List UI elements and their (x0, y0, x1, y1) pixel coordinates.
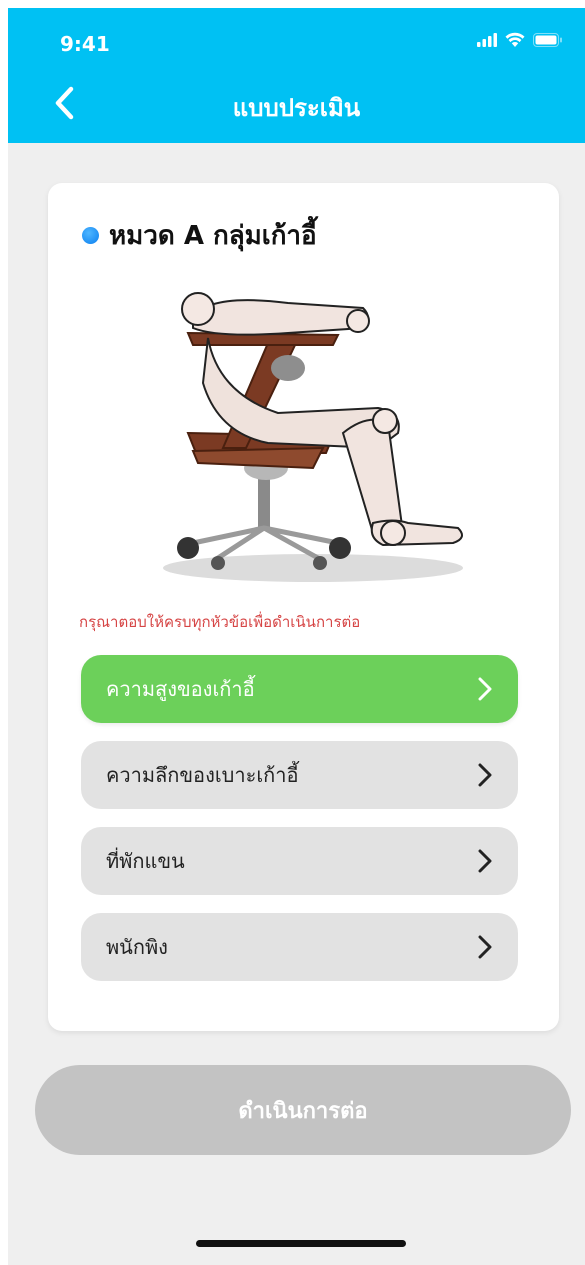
option-label: พนักพิง (106, 935, 168, 959)
chevron-right-icon (478, 677, 492, 701)
continue-button-label: ดำเนินการต่อ (238, 1098, 368, 1124)
status-bar: 9:41 (8, 8, 585, 68)
option-backrest[interactable]: พนักพิง (81, 913, 518, 981)
section-title: หมวด A กลุ่มเก้าอี้ (109, 221, 317, 251)
header: 9:41 แบบประเมิน (8, 8, 585, 143)
option-label: ที่พักแขน (106, 849, 185, 873)
continue-button[interactable]: ดำเนินการต่อ (35, 1065, 571, 1155)
section-bullet-icon (82, 227, 99, 244)
wifi-icon (505, 32, 525, 47)
options-list: ความสูงของเก้าอี้ ความลึกของเบาะเก้าอี้ … (81, 655, 518, 999)
chair-mannequin-illustration (163, 292, 463, 582)
warning-text: กรุณาตอบให้ครบทุกหัวข้อเพื่อดำเนินการต่อ (79, 613, 361, 631)
status-icons (477, 32, 563, 47)
app-screen: 9:41 แบบประเมิน หมวด A กลุ่มเก้าอี้ กรุณ… (8, 8, 585, 1265)
option-seat-depth[interactable]: ความลึกของเบาะเก้าอี้ (81, 741, 518, 809)
chevron-right-icon (478, 849, 492, 873)
chevron-right-icon (478, 935, 492, 959)
page-title: แบบประเมิน (232, 94, 361, 122)
nav-bar: แบบประเมิน (8, 80, 585, 130)
battery-icon (533, 32, 562, 47)
home-indicator (196, 1240, 406, 1247)
assessment-card: หมวด A กลุ่มเก้าอี้ กรุณาตอบให้ครบทุกหัว… (48, 183, 559, 1031)
option-chair-height[interactable]: ความสูงของเก้าอี้ (81, 655, 518, 723)
section-header: หมวด A กลุ่มเก้าอี้ (82, 215, 317, 256)
cellular-signal-icon (477, 32, 497, 47)
option-label: ความลึกของเบาะเก้าอี้ (106, 763, 299, 787)
chevron-right-icon (478, 763, 492, 787)
option-armrest[interactable]: ที่พักแขน (81, 827, 518, 895)
status-time: 9:41 (60, 32, 110, 56)
option-label: ความสูงของเก้าอี้ (106, 677, 255, 701)
